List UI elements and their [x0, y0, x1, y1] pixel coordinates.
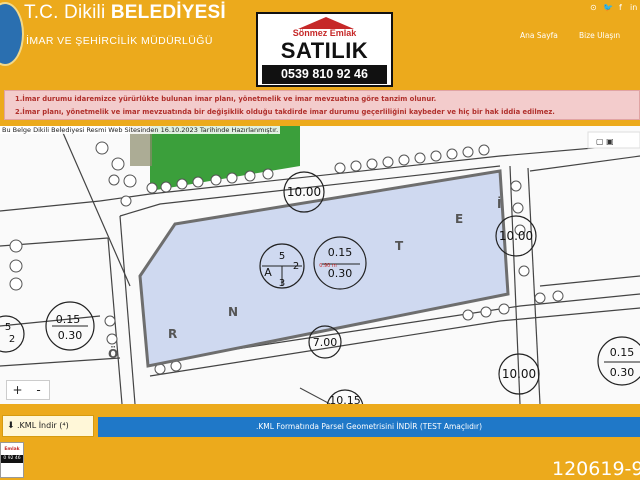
density-main-top: 0.15 [328, 246, 353, 259]
page-title[interactable]: T.C. Dikili BELEDİYESİ [24, 2, 226, 24]
notice-line-1: 1.İmar durumu idaremizce yürürlükte bulu… [15, 95, 437, 103]
title-prefix: T.C. Dikili [24, 2, 111, 23]
ad-phone: 0539 810 92 46 [262, 65, 387, 84]
watermark-letter-5: T [395, 239, 404, 253]
block-top: 5 [279, 251, 285, 262]
nav-home-link[interactable]: Ana Sayfa [520, 31, 558, 40]
block-right: 2 [293, 261, 299, 272]
ad-company: Sönmez Emlak [292, 28, 357, 38]
zoom-in-button[interactable]: + [7, 381, 28, 399]
facebook-icon[interactable]: f [619, 3, 622, 12]
svg-text:▢ ▣: ▢ ▣ [596, 137, 614, 146]
ad-headline: SATILIK [280, 38, 369, 63]
block-bottom: 3 [279, 278, 285, 289]
left-block-top: 5 [5, 322, 11, 333]
kml-download-button[interactable]: ⬇ .KML İndir (⁴) [2, 415, 94, 437]
mini-ad-banner[interactable]: Emlak 0 92 46 [0, 442, 24, 478]
notice-line-2: 2.İmar planı, yönetmelik ve imar mevzuat… [15, 108, 555, 116]
title-bold: BELEDİYESİ [110, 2, 226, 23]
road-width-1: 10.00 [287, 185, 321, 199]
zoom-control: + - [6, 380, 50, 400]
road-width-2: 10.00 [499, 229, 533, 243]
density-right-bottom: 0.30 [610, 366, 635, 379]
twitter-icon[interactable]: 🐦 [603, 3, 613, 12]
parcel-geometry-download-button[interactable]: .KML Formatında Parsel Geometrisini İNDİ… [98, 417, 640, 437]
density-main-small: 0.90 m [319, 263, 337, 269]
zoom-out-button[interactable]: - [28, 381, 49, 399]
watermark-letter-4: E [455, 212, 463, 226]
kml-download-label: .KML İndir (⁴) [17, 421, 69, 430]
nav-contact-link[interactable]: Bize Ulaşın [579, 31, 620, 40]
mini-ad-company: Emlak [4, 447, 20, 452]
watermark-letter-3: N [228, 305, 238, 319]
download-icon: ⬇ [7, 421, 15, 431]
road-width-5: 10.15 [329, 394, 361, 404]
instagram-icon[interactable]: ⊙ [590, 3, 597, 12]
block-left: A [264, 266, 272, 279]
map-canvas[interactable]: 10.00 10.00 7.00 10.00 10.15 5 A 2 3 0.1… [0, 126, 640, 404]
density-right-top: 0.15 [610, 346, 635, 359]
notice-box: 1.İmar durumu idaremizce yürürlükte bulu… [4, 90, 640, 120]
watermark-letter-1: Ö [108, 346, 118, 361]
page-subtitle: İMAR VE ŞEHİRCİLİK MÜDÜRLÜĞÜ [26, 35, 213, 47]
satilik-ad-banner[interactable]: Sönmez Emlak SATILIK 0539 810 92 46 [256, 12, 393, 87]
watermark-letter-6: İ [497, 196, 501, 211]
header: T.C. Dikili BELEDİYESİ İMAR VE ŞEHİRCİLİ… [0, 0, 640, 90]
left-block-bottom: 2 [9, 334, 15, 345]
zoning-map[interactable]: 10.00 10.00 7.00 10.00 10.15 5 A 2 3 0.1… [0, 126, 640, 404]
watermark-letter-2: R [168, 327, 177, 341]
map-caption: Bu Belge Dikili Belediyesi Resmi Web Sit… [0, 126, 281, 134]
density-left-top: 0.15 [56, 313, 81, 326]
linkedin-icon[interactable]: in [630, 3, 637, 12]
mini-ad-phone: 0 92 46 [1, 455, 23, 463]
road-width-4: 10.00 [502, 367, 536, 381]
road-width-3: 7.00 [313, 336, 338, 349]
municipality-logo[interactable] [0, 2, 24, 66]
parcel-code: 120619-9 [552, 458, 640, 480]
density-left-bottom: 0.30 [58, 329, 83, 342]
